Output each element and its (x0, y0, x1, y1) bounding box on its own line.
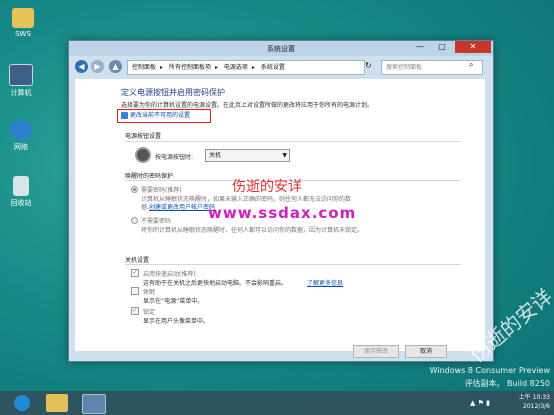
require-password-radio[interactable] (131, 186, 138, 193)
page-title: 定义电源按钮并启用密码保护 (121, 88, 225, 97)
create-password-link[interactable]: 创建或更改用户帐户密码 (149, 202, 215, 211)
windows-build-text: 评估副本。 Build 8250 (464, 379, 550, 388)
desktop-icon-label: 计算机 (10, 89, 32, 97)
system-settings-window: 系统设置 — □ ✕ ◀ ▶ ▲ 控制面板 ▸ 所有控制面板项 ▸ 电源选项 ▸ 系统… (68, 40, 494, 362)
section-password-protection: 唤醒时的密码保护 (125, 173, 174, 180)
chevron-down-icon: ▼ (282, 152, 287, 159)
title-bar[interactable]: 系统设置 — □ ✕ (69, 41, 493, 56)
save-changes-button[interactable]: 保存修改 (353, 345, 399, 358)
refresh-icon[interactable]: ↻ (365, 61, 372, 70)
divider (125, 141, 461, 142)
divider (125, 264, 461, 265)
back-arrow-icon[interactable]: ◀ (75, 60, 88, 73)
desktop-icon-label: SWS (15, 30, 31, 38)
watermark-url: www.ssdax.com (208, 204, 357, 222)
up-arrow-icon[interactable]: ▲ (109, 60, 122, 73)
lock-label: 锁定 (143, 309, 156, 316)
computer-icon (9, 64, 33, 86)
forward-arrow-icon[interactable]: ▶ (91, 60, 104, 73)
search-input[interactable]: 搜索控制面板 (381, 60, 483, 75)
change-unavailable-settings-link[interactable]: 更改当前不可用的设置 (117, 109, 211, 123)
network-globe-icon (10, 120, 32, 140)
clock[interactable]: 上午 10:33 2012/3/6 (519, 393, 550, 411)
lock-desc: 显示在用户头像菜单中。 (143, 318, 210, 325)
watermark-text: 伤逝的安详 (232, 179, 302, 195)
hibernate-checkbox[interactable] (131, 287, 139, 295)
tray-icons[interactable]: ▲ ⚑ ▮ (470, 399, 490, 407)
control-panel-taskbar-icon[interactable] (82, 394, 106, 414)
fast-startup-checkbox[interactable]: ✓ (131, 269, 139, 277)
search-icon[interactable]: ⌕ (469, 60, 473, 70)
no-password-desc: 将你的计算机从睡眠状态唤醒时，任何人都可以访问你的数据，因为计算机未锁定。 (141, 227, 364, 234)
breadcrumb-item[interactable]: 控制面板 (132, 64, 156, 71)
desktop-icon-computer[interactable]: 计算机 (4, 64, 38, 98)
fast-startup-label: 启用快速启动(推荐) (143, 271, 196, 278)
power-button-label: 按电源按钮时: (155, 154, 194, 161)
file-explorer-icon[interactable] (46, 394, 68, 412)
hibernate-desc: 显示在“电源”菜单中。 (143, 298, 204, 305)
cancel-button[interactable]: 取消 (405, 345, 447, 358)
minimize-button[interactable]: — (409, 41, 431, 53)
breadcrumb-item[interactable]: 系统设置 (261, 64, 285, 71)
power-button-select[interactable]: 关机 ▼ (205, 149, 290, 162)
desktop-icon-recycle-bin[interactable]: 回收站 (4, 176, 38, 208)
no-password-label: 不需要密码 (141, 218, 172, 225)
fast-startup-desc: 这有助于在关机之后更快地启动电脑。不会影响重启。 (143, 280, 288, 287)
breadcrumb-item[interactable]: 电源选项 (224, 64, 248, 71)
windows-edition-text: Windows 8 Consumer Preview (429, 366, 550, 375)
clock-time: 上午 10:33 (518, 394, 550, 401)
breadcrumb-item[interactable]: 所有控制面板项 (169, 64, 211, 71)
address-bar-row: ◀ ▶ ▲ 控制面板 ▸ 所有控制面板项 ▸ 电源选项 ▸ 系统设置 ↻ 搜索控制面板… (69, 56, 493, 78)
require-password-label: 需要密码(推荐) (141, 187, 182, 194)
desktop-icon-network[interactable]: 网络 (4, 120, 38, 152)
hibernate-label: 休眠 (143, 289, 156, 296)
section-shutdown: 关机设置 (125, 257, 150, 264)
clock-date: 2012/3/6 (523, 403, 550, 410)
desktop-icon-label: 回收站 (10, 199, 32, 207)
learn-more-link[interactable]: 了解更多信息 (307, 278, 343, 287)
internet-explorer-icon[interactable] (14, 395, 30, 411)
section-power-button: 电源按钮设置 (125, 133, 162, 140)
taskbar: ▲ ⚑ ▮ 上午 10:33 2012/3/6 (0, 391, 554, 415)
page-description: 选择要为你的计算机设置的电源设置。在此页上对设置所做的更改将应用于你所有的电源计… (121, 102, 374, 109)
close-button[interactable]: ✕ (455, 41, 491, 53)
lock-checkbox[interactable]: ✓ (131, 307, 139, 315)
no-password-radio[interactable] (131, 217, 138, 224)
power-icon (135, 147, 151, 163)
shield-icon (121, 112, 128, 119)
maximize-button[interactable]: □ (431, 41, 453, 53)
breadcrumb[interactable]: 控制面板 ▸ 所有控制面板项 ▸ 电源选项 ▸ 系统设置 (127, 60, 365, 75)
desktop-icon-label: 网络 (14, 143, 28, 151)
desktop-icon-sws[interactable]: SWS (6, 8, 40, 38)
folder-icon (12, 8, 34, 28)
recycle-bin-icon (13, 176, 29, 196)
